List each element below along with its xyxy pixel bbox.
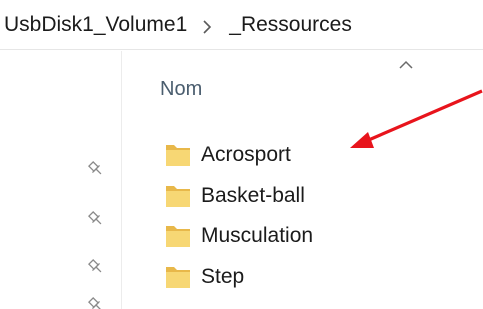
folder-label: Musculation — [201, 224, 314, 248]
breadcrumb-item-usbdisk1-volume1[interactable]: UsbDisk1_Volume1 — [4, 13, 187, 37]
file-explorer-window: UsbDisk1_Volume1 _Ressources Nom Acrospo… — [0, 0, 483, 309]
folder-icon — [164, 183, 192, 209]
list-item[interactable]: Step — [164, 257, 384, 298]
chevron-up-icon[interactable] — [397, 58, 415, 70]
pin-icon[interactable] — [86, 159, 106, 179]
pane-divider[interactable] — [121, 51, 122, 309]
breadcrumb-item-ressources[interactable]: _Ressources — [229, 13, 352, 37]
folder-icon — [164, 223, 192, 249]
navigation-pane — [0, 51, 120, 309]
chevron-right-icon[interactable] — [201, 15, 213, 35]
pin-icon[interactable] — [86, 295, 106, 309]
pin-icon[interactable] — [86, 257, 106, 277]
pin-icon[interactable] — [86, 209, 106, 229]
folder-icon — [164, 264, 192, 290]
folder-label: Step — [201, 264, 245, 288]
list-item[interactable]: Acrosport — [164, 135, 384, 176]
file-list: Acrosport Basket-ball Musculation Step — [164, 135, 384, 297]
folder-icon — [164, 142, 192, 168]
folder-label: Basket-ball — [201, 183, 305, 207]
list-item[interactable]: Basket-ball — [164, 176, 384, 217]
breadcrumb: UsbDisk1_Volume1 _Ressources — [0, 0, 483, 50]
folder-label: Acrosport — [201, 143, 291, 167]
list-item[interactable]: Musculation — [164, 216, 384, 257]
column-header-name[interactable]: Nom — [160, 78, 202, 101]
